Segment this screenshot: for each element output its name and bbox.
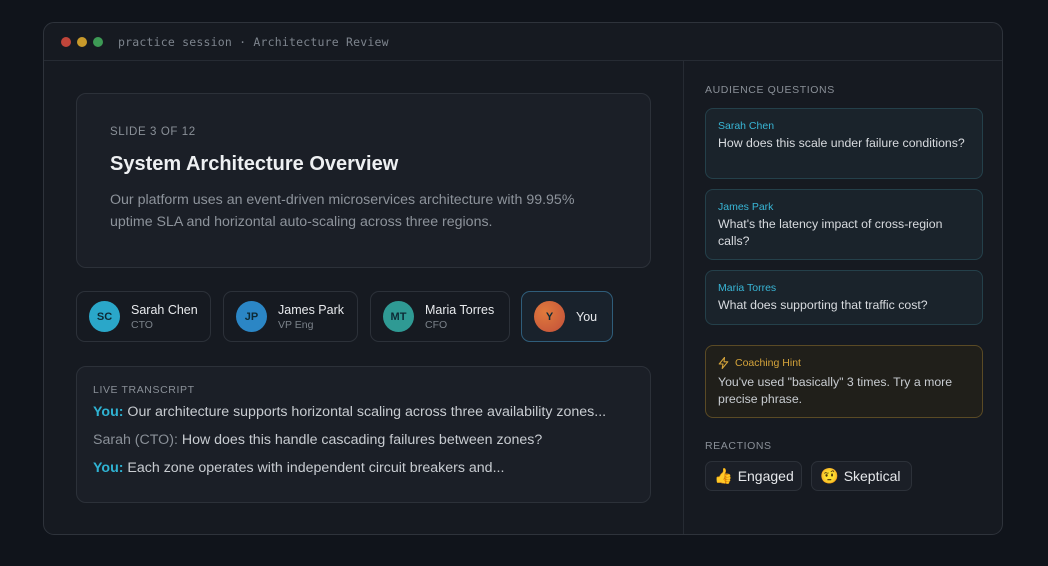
- transcript-text: Each zone operates with independent circ…: [123, 460, 505, 476]
- avatar: SC: [89, 301, 120, 332]
- participant-role: CFO: [425, 318, 448, 331]
- transcript-speaker: You:: [93, 460, 124, 476]
- maximize-window-button[interactable]: [93, 36, 103, 47]
- slide-card: SLIDE 3 OF 12 System Architecture Overvi…: [76, 93, 651, 268]
- participant-name: Maria Torres: [425, 302, 495, 317]
- app-window: practice session · Architecture Review S…: [43, 22, 1003, 535]
- close-window-button[interactable]: [61, 36, 71, 47]
- question-text: How does this scale under failure condit…: [718, 136, 965, 150]
- question-author: Maria Torres: [718, 282, 777, 294]
- reaction-engaged-button[interactable]: 👍 Engaged: [705, 461, 802, 491]
- slide-counter: SLIDE 3 OF 12: [110, 126, 196, 138]
- title-bar: practice session · Architecture Review: [44, 23, 1002, 61]
- live-transcript-panel: LIVE TRANSCRIPT You: Our architecture su…: [76, 366, 651, 503]
- participant-name: James Park: [278, 302, 344, 317]
- question-card[interactable]: Maria Torres What does supporting that t…: [705, 270, 983, 325]
- question-card[interactable]: Sarah Chen How does this scale under fai…: [705, 108, 983, 179]
- skeptical-face-icon: 🤨: [820, 467, 839, 485]
- thumbs-up-icon: 👍: [714, 467, 733, 485]
- transcript-line: You: Our architecture supports horizonta…: [93, 404, 634, 424]
- participant-role: CTO: [131, 318, 153, 331]
- transcript-speaker: You:: [93, 404, 124, 420]
- question-card[interactable]: James Park What's the latency impact of …: [705, 189, 983, 260]
- hint-title: Coaching Hint: [735, 357, 801, 369]
- minimize-window-button[interactable]: [77, 36, 87, 47]
- participant-role: VP Eng: [278, 318, 314, 331]
- participant-card-maria-torres[interactable]: MT Maria Torres CFO: [370, 291, 510, 342]
- participant-card-sarah-chen[interactable]: SC Sarah Chen CTO: [76, 291, 211, 342]
- slide-title: System Architecture Overview: [110, 153, 399, 175]
- reaction-skeptical-button[interactable]: 🤨 Skeptical: [811, 461, 912, 491]
- transcript-speaker: Sarah (CTO):: [93, 432, 178, 448]
- reactions-label: REACTIONS: [705, 440, 772, 452]
- participant-name: Sarah Chen: [131, 302, 198, 317]
- transcript-line: Sarah (CTO): How does this handle cascad…: [93, 432, 634, 452]
- avatar: JP: [236, 301, 267, 332]
- participant-name: You: [576, 309, 598, 324]
- question-text: What's the latency impact of cross-regio…: [718, 217, 943, 248]
- transcript-line: You: Each zone operates with independent…: [93, 460, 634, 480]
- window-title: practice session · Architecture Review: [118, 34, 389, 49]
- transcript-label: LIVE TRANSCRIPT: [93, 384, 195, 396]
- main-panel: SLIDE 3 OF 12 System Architecture Overvi…: [44, 61, 683, 534]
- audience-questions-label: AUDIENCE QUESTIONS: [705, 84, 835, 96]
- transcript-text: Our architecture supports horizontal sca…: [123, 404, 607, 420]
- participant-card-james-park[interactable]: JP James Park VP Eng: [223, 291, 358, 342]
- question-text: What does supporting that traffic cost?: [718, 298, 928, 312]
- participant-card-you[interactable]: Y You: [521, 291, 613, 342]
- slide-body: Our platform uses an event-driven micros…: [110, 192, 575, 230]
- reaction-label: Skeptical: [843, 468, 901, 484]
- avatar: MT: [383, 301, 414, 332]
- question-author: Sarah Chen: [718, 120, 775, 132]
- coaching-hint-card: Coaching Hint You've used "basically" 3 …: [705, 345, 983, 418]
- transcript-text: How does this handle cascading failures …: [177, 432, 543, 448]
- hint-text: You've used "basically" 3 times. Try a m…: [718, 375, 953, 406]
- lightning-icon: [718, 357, 729, 369]
- side-panel: AUDIENCE QUESTIONS Sarah Chen How does t…: [683, 61, 1002, 534]
- reaction-label: Engaged: [737, 468, 794, 484]
- avatar: Y: [534, 301, 565, 332]
- question-author: James Park: [718, 201, 774, 213]
